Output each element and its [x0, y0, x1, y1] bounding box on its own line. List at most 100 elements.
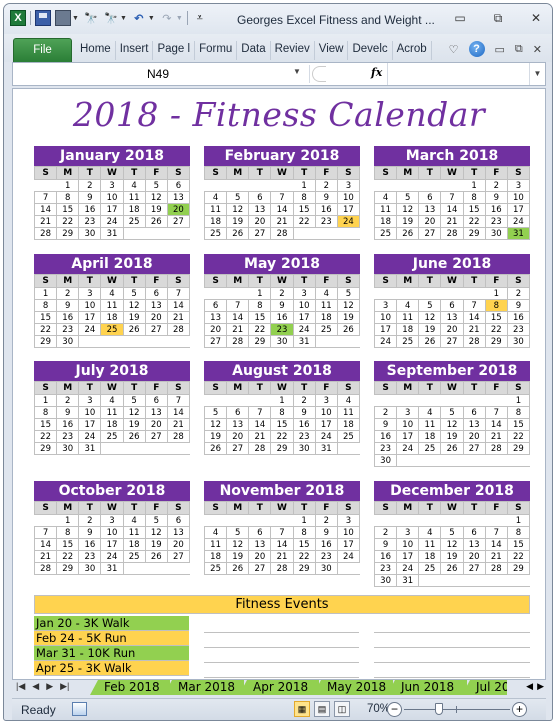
ribbon-collapse-icon[interactable]: ♡ [449, 43, 459, 56]
day-cell[interactable]: 7 [166, 287, 191, 300]
day-cell[interactable]: 3 [336, 514, 361, 527]
day-cell[interactable]: 8 [56, 526, 80, 539]
workbook-minimize-icon[interactable]: ▭ [495, 43, 505, 56]
day-cell[interactable]: 21 [270, 215, 294, 228]
day-cell[interactable]: 9 [78, 526, 102, 539]
day-cell[interactable]: 1 [506, 514, 531, 527]
day-cell[interactable]: 22 [33, 430, 58, 443]
day-cell[interactable]: 10 [100, 526, 124, 539]
empty-cell[interactable] [507, 574, 530, 587]
day-cell[interactable]: 28 [270, 227, 294, 240]
day-cell[interactable]: 27 [418, 227, 442, 240]
day-cell[interactable]: 12 [440, 418, 464, 431]
day-cell[interactable]: 17 [292, 311, 316, 324]
day-cell[interactable]: 19 [226, 550, 250, 563]
day-cell[interactable]: 15 [462, 203, 486, 216]
empty-cell[interactable] [226, 514, 249, 527]
day-cell[interactable]: 19 [440, 430, 464, 443]
day-cell[interactable]: 6 [226, 406, 250, 419]
day-cell[interactable]: 5 [122, 287, 146, 300]
day-cell[interactable]: 14 [484, 538, 508, 551]
day-cell[interactable]: 11 [418, 538, 442, 551]
event-entry-line[interactable] [374, 677, 530, 678]
day-cell[interactable]: 13 [203, 311, 228, 324]
day-cell[interactable]: 23 [373, 562, 398, 575]
day-cell[interactable]: 27 [144, 430, 168, 443]
day-cell[interactable]: 10 [373, 311, 398, 324]
day-cell[interactable]: 4 [122, 179, 146, 192]
day-cell[interactable]: 27 [462, 442, 486, 455]
day-cell[interactable]: 22 [56, 215, 80, 228]
empty-cell[interactable] [123, 562, 146, 575]
day-cell[interactable]: 1 [484, 287, 508, 300]
day-cell[interactable]: 2 [314, 179, 338, 192]
day-cell[interactable]: 17 [336, 203, 361, 216]
empty-cell[interactable] [270, 514, 294, 527]
day-cell[interactable]: 10 [314, 406, 338, 419]
first-sheet-icon[interactable]: |◀ [16, 681, 25, 692]
day-cell[interactable]: 21 [166, 418, 191, 431]
empty-cell[interactable] [374, 179, 397, 192]
day-cell[interactable]: 10 [100, 191, 124, 204]
day-cell[interactable]: 8 [506, 526, 531, 539]
month-title[interactable]: August 2018 [204, 361, 360, 381]
day-cell[interactable]: 8 [462, 191, 486, 204]
empty-cell[interactable] [418, 287, 441, 300]
day-cell[interactable]: 5 [122, 394, 146, 407]
day-cell[interactable]: 12 [203, 418, 228, 431]
day-cell[interactable]: 3 [100, 514, 124, 527]
day-cell[interactable]: 9 [314, 526, 338, 539]
day-cell[interactable]: 8 [270, 406, 294, 419]
day-cell[interactable]: 21 [248, 430, 272, 443]
day-cell[interactable]: 10 [78, 299, 102, 312]
day-cell[interactable]: 28 [270, 562, 294, 575]
day-cell[interactable]: 10 [292, 299, 316, 312]
day-cell[interactable]: 15 [292, 538, 316, 551]
day-cell[interactable]: 14 [270, 203, 294, 216]
empty-cell[interactable] [337, 442, 360, 455]
day-cell[interactable]: 27 [248, 227, 272, 240]
day-cell[interactable]: 5 [440, 406, 464, 419]
day-cell[interactable]: 26 [122, 430, 146, 443]
day-cell[interactable]: 11 [122, 191, 146, 204]
day-cell[interactable]: 24 [336, 550, 361, 563]
empty-cell[interactable] [463, 394, 486, 407]
close-button[interactable]: ✕ [528, 11, 544, 25]
save-icon[interactable] [35, 10, 51, 26]
day-cell[interactable]: 12 [336, 299, 361, 312]
day-cell[interactable]: 14 [248, 418, 272, 431]
day-cell[interactable]: 1 [33, 287, 58, 300]
undo-icon[interactable]: ↶ [131, 10, 147, 26]
day-cell[interactable]: 11 [100, 299, 124, 312]
empty-cell[interactable] [145, 227, 168, 240]
formula-bar-grip[interactable] [312, 66, 326, 82]
day-cell[interactable]: 28 [248, 442, 272, 455]
day-cell[interactable]: 27 [166, 550, 191, 563]
day-cell[interactable]: 16 [314, 538, 338, 551]
empty-cell[interactable] [374, 514, 397, 527]
event-day-cell[interactable]: 8 [484, 299, 508, 312]
month-title[interactable]: June 2018 [374, 254, 530, 274]
day-cell[interactable]: 28 [226, 335, 250, 348]
day-cell[interactable]: 31 [396, 574, 420, 587]
day-cell[interactable]: 26 [336, 323, 361, 336]
empty-cell[interactable] [167, 227, 190, 240]
scroll-left-icon[interactable]: ◀ [526, 681, 533, 692]
maximize-button[interactable]: ⧉ [490, 11, 506, 25]
day-cell[interactable]: 12 [122, 406, 146, 419]
day-cell[interactable]: 9 [292, 406, 316, 419]
event-item[interactable]: Jan 20 - 3K Walk [34, 616, 189, 631]
day-cell[interactable]: 12 [226, 203, 250, 216]
day-cell[interactable]: 25 [203, 562, 228, 575]
day-cell[interactable]: 23 [484, 215, 508, 228]
day-cell[interactable]: 17 [336, 538, 361, 551]
day-cell[interactable]: 14 [33, 203, 58, 216]
day-cell[interactable]: 5 [418, 299, 442, 312]
day-cell[interactable]: 31 [292, 335, 316, 348]
empty-cell[interactable] [145, 442, 168, 455]
zoom-out-button[interactable]: − [387, 702, 402, 717]
day-cell[interactable]: 29 [484, 335, 508, 348]
empty-cell[interactable] [418, 394, 441, 407]
day-cell[interactable]: 5 [226, 526, 250, 539]
day-cell[interactable]: 29 [462, 227, 486, 240]
